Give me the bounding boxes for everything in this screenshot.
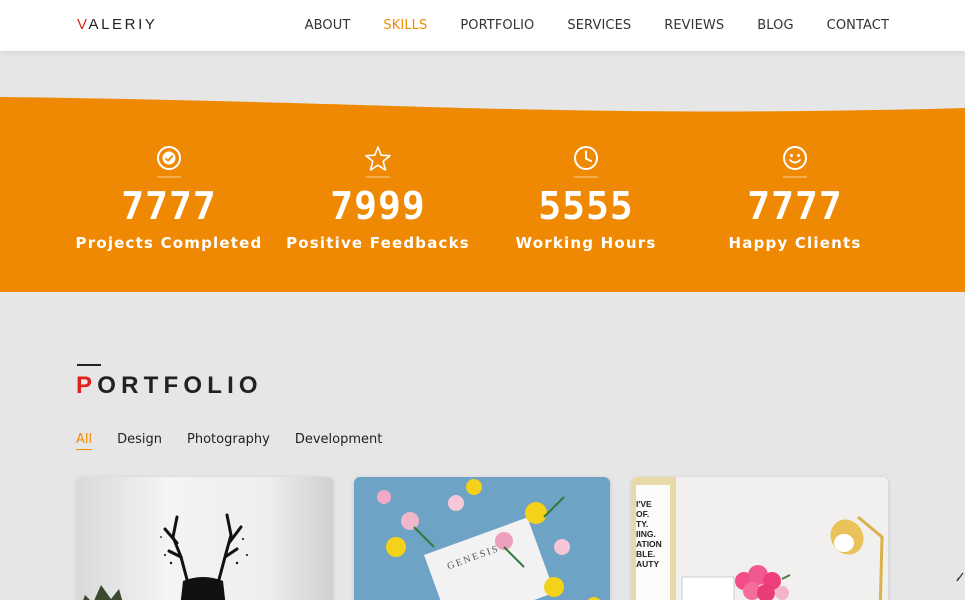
portfolio-card-deer[interactable] — [77, 477, 333, 600]
stat-label: Positive Feedbacks — [286, 234, 470, 252]
portfolio-filters: All Design Photography Development — [76, 432, 382, 450]
stat-label: Working Hours — [515, 234, 657, 252]
nav-item-portfolio[interactable]: PORTFOLIO — [460, 18, 534, 33]
genesis-magazine-image: GENESIS — [354, 477, 610, 600]
star-icon — [365, 146, 391, 178]
nav-item-skills[interactable]: SKILLS — [383, 18, 427, 33]
pencil-icon — [956, 572, 964, 582]
poster-text-line: ATION — [636, 539, 662, 549]
stat-value: 5555 — [538, 184, 634, 228]
nav-item-about[interactable]: ABOUT — [305, 18, 351, 33]
stat-working-hours: 5555 Working Hours — [486, 146, 686, 252]
deer-silhouette-image — [77, 477, 333, 600]
portfolio-card-genesis[interactable]: GENESIS — [354, 477, 610, 600]
checkmark-circle-icon — [157, 146, 181, 178]
smiley-icon — [783, 146, 807, 178]
nav-item-blog[interactable]: BLOG — [757, 18, 793, 33]
site-header: VALERIY ABOUT SKILLS PORTFOLIO SERVICES … — [0, 0, 965, 51]
desk-lamp-roses-image: I'VE OF. TY. IING. ATION BLE. AUTY — [632, 477, 888, 600]
poster-text-line: BLE. — [636, 549, 655, 559]
poster-text-line: I'VE — [636, 499, 652, 509]
poster-text-line: TY. — [636, 519, 648, 529]
stat-positive-feedbacks: 7999 Positive Feedbacks — [278, 146, 478, 252]
nav-item-services[interactable]: SERVICES — [567, 18, 631, 33]
stat-happy-clients: 7777 Happy Clients — [695, 146, 895, 252]
filter-development[interactable]: Development — [295, 432, 383, 450]
filter-design[interactable]: Design — [117, 432, 162, 450]
clock-icon — [574, 146, 598, 178]
main-nav: ABOUT SKILLS PORTFOLIO SERVICES REVIEWS … — [305, 0, 889, 51]
section-title-bar — [77, 364, 101, 366]
stat-projects-completed: 7777 Projects Completed — [69, 146, 269, 252]
site-logo[interactable]: VALERIY — [77, 16, 157, 33]
stats-band: 7777 Projects Completed 7999 Positive Fe… — [0, 86, 965, 292]
filter-all[interactable]: All — [76, 432, 93, 450]
filter-photography[interactable]: Photography — [187, 432, 270, 450]
portfolio-title: PORTFOLIO — [76, 372, 263, 399]
poster-text-line: OF. — [636, 509, 649, 519]
portfolio-card-desk[interactable]: I'VE OF. TY. IING. ATION BLE. AUTY — [632, 477, 888, 600]
stat-value: 7777 — [747, 184, 843, 228]
nav-item-contact[interactable]: CONTACT — [827, 18, 889, 33]
poster-text-line: AUTY — [636, 559, 659, 569]
nav-item-reviews[interactable]: REVIEWS — [664, 18, 724, 33]
stat-label: Happy Clients — [728, 234, 862, 252]
stat-label: Projects Completed — [75, 234, 263, 252]
stat-value: 7999 — [330, 184, 426, 228]
stat-value: 7777 — [121, 184, 217, 228]
poster-text-line: IING. — [636, 529, 656, 539]
